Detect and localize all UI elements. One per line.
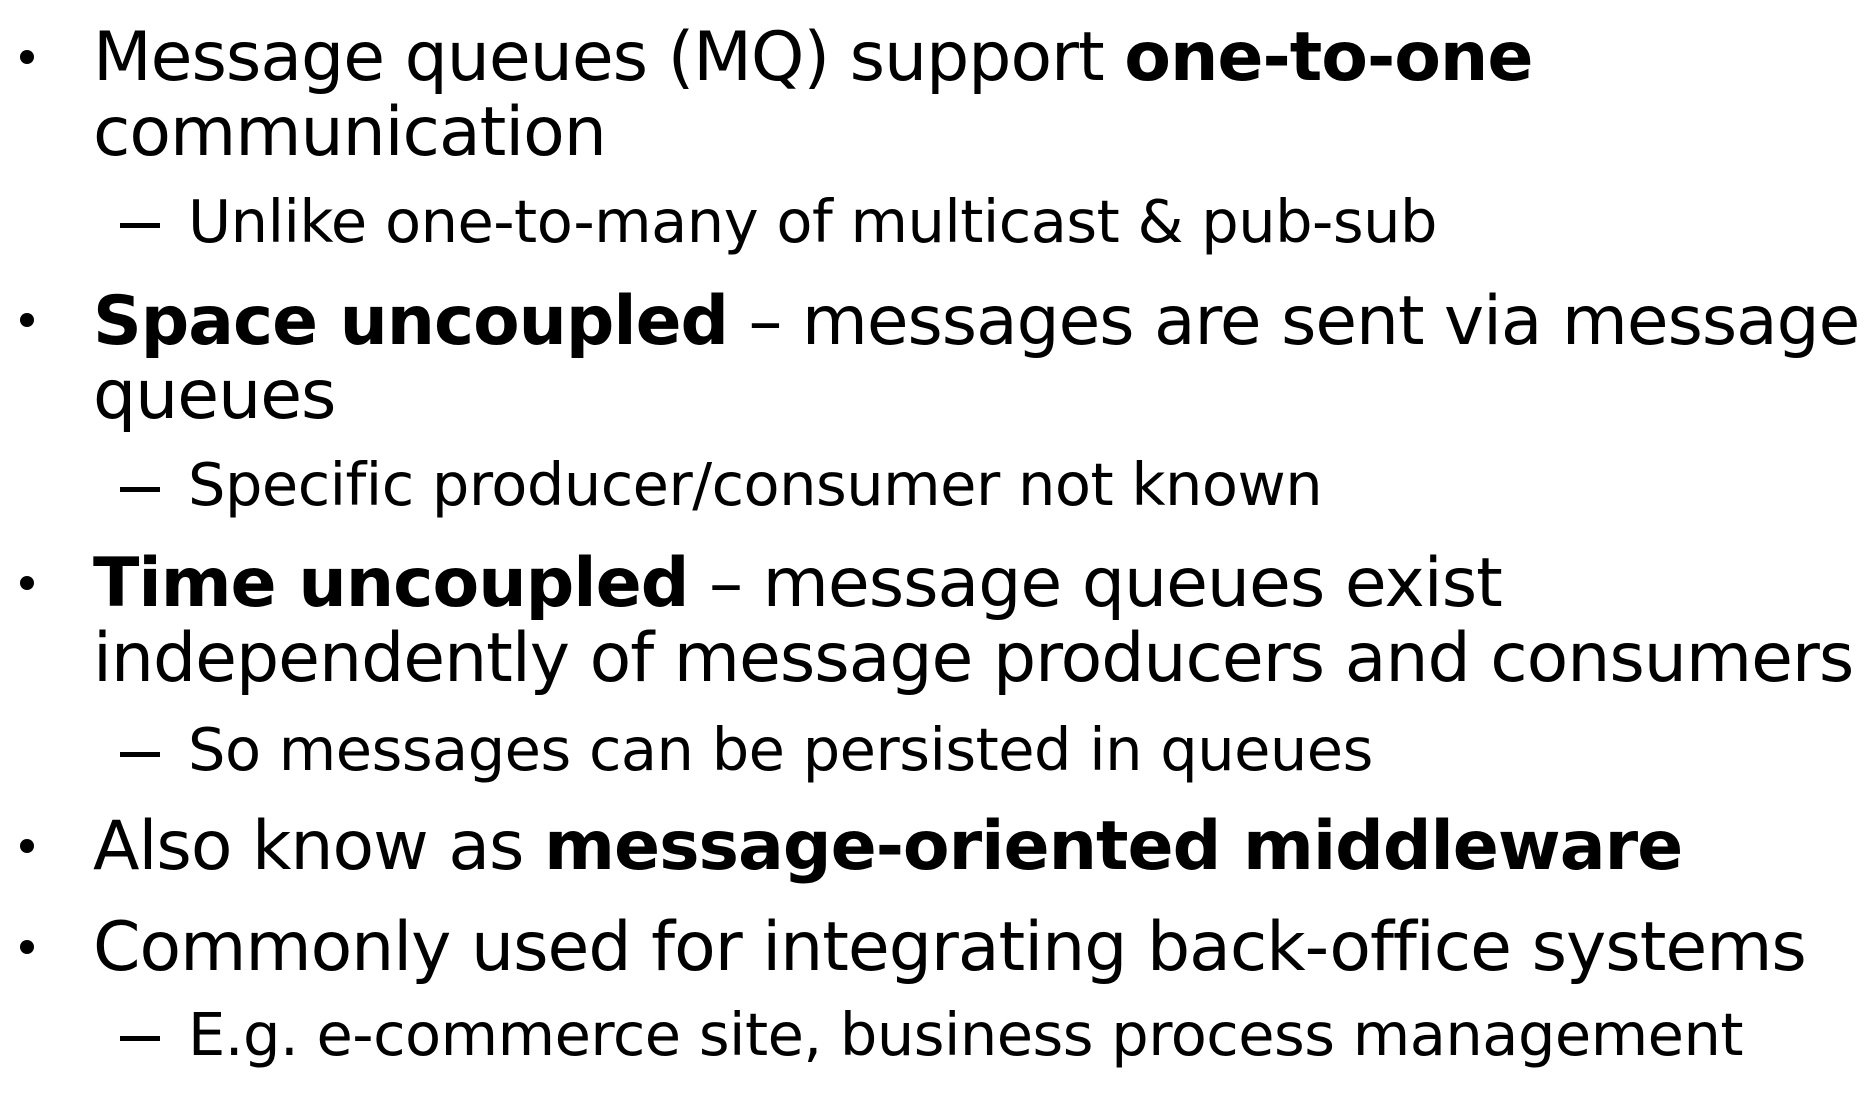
bullet-3-line-1: Time uncoupled – message queues exist [93, 550, 1503, 618]
bullet-2-line-2: queues [93, 362, 336, 430]
bullet-dot-5 [20, 940, 34, 954]
sub-dash-2 [120, 487, 160, 492]
bullet-3-line-2-text: independently of message producers and c… [93, 619, 1854, 698]
bullet-1-line-1-text: Message queues (MQ) support [93, 18, 1125, 97]
bullet-1-line-2: communication [93, 99, 607, 167]
bullet-4-line-1: Also know as message-oriented middleware [93, 813, 1683, 881]
bullet-1-line-2-text: communication [93, 93, 607, 172]
sub-dash-3 [120, 752, 160, 757]
bullet-4-line-1-text: Also know as [93, 807, 545, 886]
bullet-4-line-1-bold: message-oriented middleware [544, 807, 1683, 886]
bullet-dot-2 [20, 313, 34, 327]
bullet-1-line-1: Message queues (MQ) support one-to-one [93, 24, 1533, 92]
bullet-5-line-1-text: Commonly used for integrating back-offic… [93, 908, 1807, 987]
bullet-5-sub: E.g. e-commerce site, business process m… [188, 1000, 1744, 1069]
bullet-3-sub: So messages can be persisted in queues [188, 715, 1373, 784]
bullet-1-line-1-bold: one-to-one [1124, 18, 1533, 97]
bullet-2-line-1: Space uncoupled – messages are sent via … [93, 287, 1860, 355]
sub-dash-5 [120, 1036, 160, 1041]
sub-dash-1 [120, 223, 160, 228]
slide-content: Message queues (MQ) support one-to-one c… [0, 0, 1876, 1098]
bullet-3-line-2: independently of message producers and c… [93, 625, 1854, 693]
bullet-dot-4 [20, 839, 34, 853]
bullet-dot-1 [20, 50, 34, 64]
bullet-2-line-1-bold: Space uncoupled [93, 281, 729, 360]
bullet-5-line-1: Commonly used for integrating back-offic… [93, 914, 1807, 982]
bullet-3-line-1-text: – message queues exist [688, 544, 1503, 623]
bullet-1-sub: Unlike one-to-many of multicast & pub-su… [188, 187, 1437, 256]
bullet-2-sub: Specific producer/consumer not known [188, 450, 1323, 519]
bullet-dot-3 [20, 576, 34, 590]
bullet-2-line-2-text: queues [93, 356, 336, 435]
bullet-3-line-1-bold: Time uncoupled [93, 544, 689, 623]
bullet-2-line-1-text: – messages are sent via message [727, 281, 1861, 360]
